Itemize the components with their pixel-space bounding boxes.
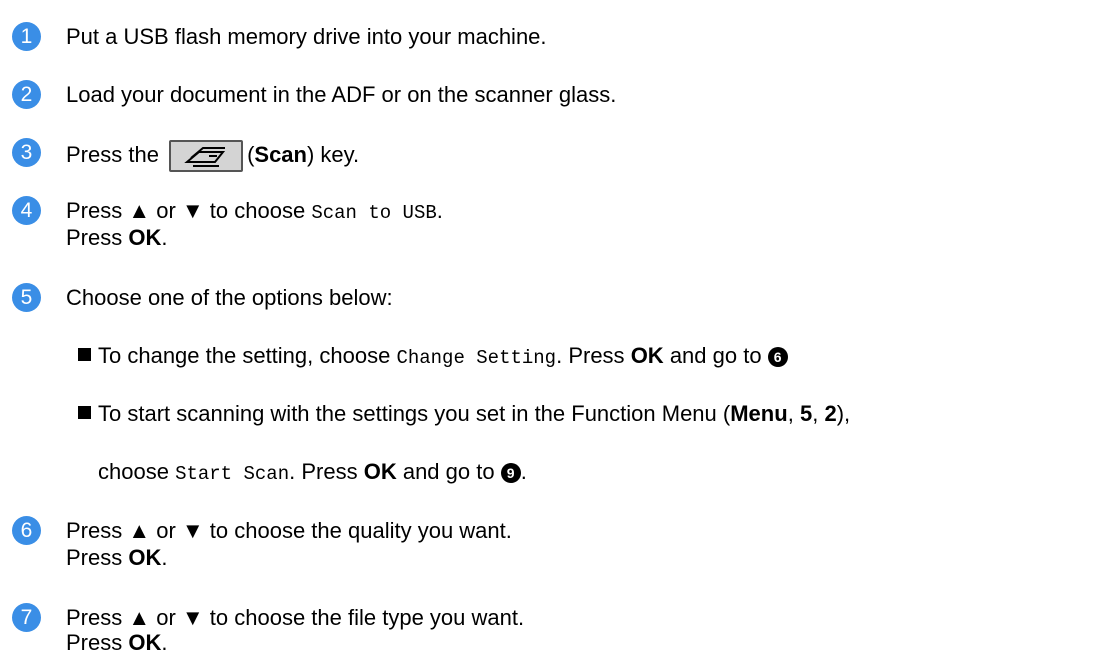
- step-text-pre: Press: [66, 225, 123, 250]
- step-text: Load your document in the ADF or on the …: [66, 82, 617, 107]
- scan-key-icon: [169, 140, 244, 172]
- step-number-badge: 5: [12, 283, 41, 312]
- step-reference-badge: 9: [500, 463, 521, 483]
- ok-key-label: OK: [128, 225, 162, 250]
- step-line-1: Press ▲ or ▼ to choose Scan to USB.: [66, 198, 443, 226]
- step-number-badge: 2: [12, 80, 41, 109]
- ok-key-label: OK: [363, 459, 397, 484]
- step-line-2: Press OK.: [66, 545, 168, 571]
- option-text-post: and go to: [402, 459, 495, 484]
- step-line-1: Press ▲ or ▼ to choose the file type you…: [66, 605, 525, 630]
- scan-key-label: Scan: [254, 141, 307, 167]
- option-text-pre: To start scanning with the settings you …: [98, 401, 731, 426]
- step-text-pre: Press the: [66, 141, 159, 167]
- comma: ,: [787, 401, 794, 426]
- menu-key-label: Menu: [730, 401, 788, 426]
- step-text-pre: Press ▲ or ▼ to choose: [66, 198, 306, 223]
- step-text-pre: Press: [66, 545, 123, 570]
- option-text-mid: . Press: [289, 459, 358, 484]
- step-text: Press the (Scan) key.: [66, 140, 359, 172]
- step-text-post: .: [161, 545, 168, 570]
- option-text-pre: To change the setting, choose: [98, 343, 391, 368]
- period: .: [520, 459, 527, 484]
- ok-key-label: OK: [128, 545, 162, 570]
- step-text: Put a USB flash memory drive into your m…: [66, 24, 547, 49]
- square-bullet: [78, 348, 91, 361]
- option-text-mid: . Press: [556, 343, 625, 368]
- ok-key-label: OK: [630, 343, 664, 368]
- step-line-2: Press OK.: [66, 225, 168, 251]
- step-line-1: Press ▲ or ▼ to choose the quality you w…: [66, 518, 512, 543]
- menu-number-5: 5: [799, 401, 813, 426]
- step-number-badge: 7: [12, 603, 41, 632]
- step-text: Choose one of the options below:: [66, 285, 393, 310]
- option-start-scan: To start scanning with the settings you …: [78, 401, 850, 427]
- step-line-2: Press OK.: [66, 630, 168, 656]
- menu-number-2: 2: [824, 401, 837, 426]
- menu-option-code: Change Setting: [396, 347, 557, 369]
- step-number-badge: 1: [12, 22, 41, 51]
- manual-page: 1 Put a USB flash memory drive into your…: [0, 0, 1114, 657]
- option-change-setting: To change the setting, choose Change Set…: [78, 343, 788, 371]
- step-text-pre: Press: [66, 630, 123, 655]
- step-text-post: .: [161, 225, 168, 250]
- step-text-post: .: [161, 630, 168, 655]
- comma: ,: [812, 401, 819, 426]
- option-start-scan-continued: choose Start Scan. Press OK and go to 9.: [98, 459, 527, 487]
- step-text-post: ) key.: [306, 141, 360, 167]
- menu-option-code: Scan to USB: [311, 202, 437, 224]
- step-number-badge: 6: [12, 516, 41, 545]
- option-text-pre: choose: [98, 459, 169, 484]
- option-text-post: ),: [836, 401, 851, 426]
- step-reference-badge: 6: [767, 347, 788, 367]
- step-number-badge: 3: [12, 138, 41, 167]
- option-text-post: and go to: [669, 343, 762, 368]
- step-number-badge: 4: [12, 196, 41, 225]
- menu-option-code: Start Scan: [175, 463, 290, 485]
- ok-key-label: OK: [128, 630, 162, 655]
- step-text-post: .: [436, 198, 443, 223]
- square-bullet: [78, 406, 91, 419]
